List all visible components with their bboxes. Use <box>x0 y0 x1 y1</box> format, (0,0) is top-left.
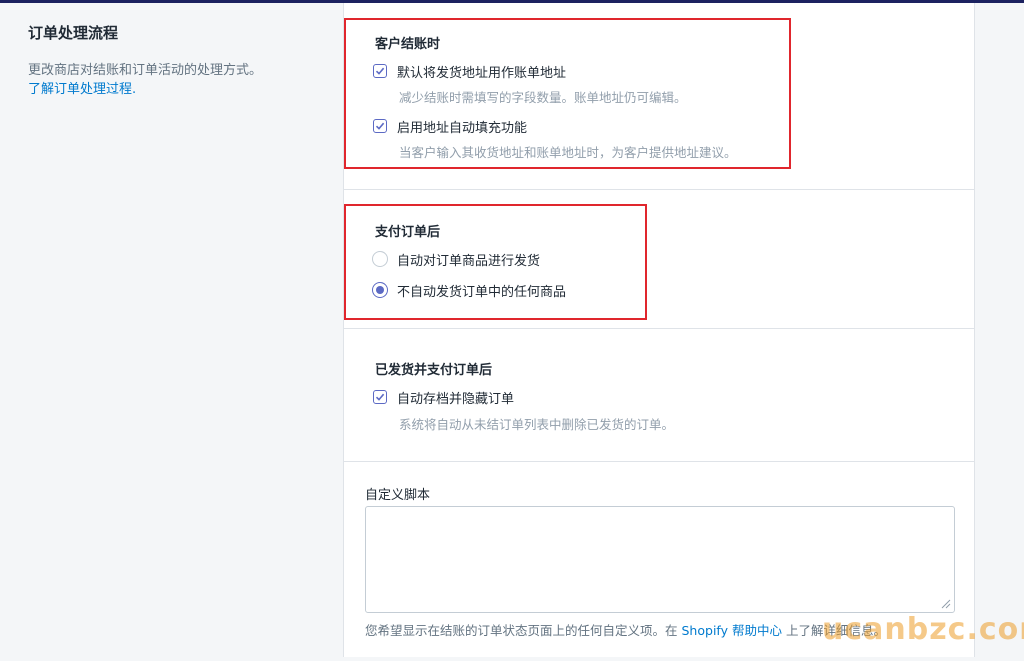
custom-script-help-text: 您希望显示在结账的订单状态页面上的任何自定义项。在 <box>365 623 678 638</box>
section-title: 订单处理流程 <box>28 24 119 42</box>
address-autocomplete-label[interactable]: 启用地址自动填充功能 <box>397 117 527 136</box>
order-processing-card: 客户结账时 默认将发货地址用作账单地址 减少结账时需填写的字段数量。账单地址仍可… <box>343 3 975 657</box>
section-divider <box>344 328 974 329</box>
use-shipping-as-billing-help: 减少结账时需填写的字段数量。账单地址仍可编辑。 <box>399 90 687 105</box>
section-description-text: 更改商店对结账和订单活动的处理方式。 <box>28 63 263 78</box>
custom-script-textarea[interactable] <box>365 506 955 613</box>
resize-grip-icon[interactable] <box>941 599 951 609</box>
settings-sidebar: 订单处理流程 更改商店对结账和订单活动的处理方式。 了解订单处理过程. <box>28 22 268 99</box>
after-payment-section-title: 支付订单后 <box>375 225 441 240</box>
radio-dot <box>376 286 384 294</box>
section-description: 更改商店对结账和订单活动的处理方式。 了解订单处理过程. <box>28 61 268 99</box>
auto-fulfill-all-label[interactable]: 自动对订单商品进行发货 <box>397 250 540 269</box>
after-fulfill-section-title: 已发货并支付订单后 <box>375 363 493 378</box>
no-auto-fulfill-label[interactable]: 不自动发货订单中的任何商品 <box>397 281 566 300</box>
checkbox-icon[interactable] <box>373 64 387 78</box>
help-center-link[interactable]: Shopify 帮助中心 <box>682 623 782 638</box>
learn-more-link[interactable]: 了解订单处理过程. <box>28 82 136 97</box>
checkbox-icon[interactable] <box>373 390 387 404</box>
radio-selected-icon[interactable] <box>372 282 388 298</box>
section-divider <box>344 461 974 462</box>
checkout-section-title: 客户结账时 <box>375 37 441 52</box>
use-shipping-as-billing-label[interactable]: 默认将发货地址用作账单地址 <box>397 62 566 81</box>
checkbox-icon[interactable] <box>373 119 387 133</box>
auto-archive-label[interactable]: 自动存档并隐藏订单 <box>397 388 514 407</box>
auto-archive-help: 系统将自动从未结订单列表中删除已发货的订单。 <box>399 417 675 432</box>
custom-script-label: 自定义脚本 <box>365 488 431 503</box>
watermark: ucanbzc.com <box>822 612 1024 647</box>
address-autocomplete-help: 当客户输入其收货地址和账单地址时，为客户提供地址建议。 <box>399 145 737 160</box>
section-divider <box>344 189 974 190</box>
custom-script-help: 您希望显示在结账的订单状态页面上的任何自定义项。在 Shopify 帮助中心 上… <box>365 620 886 639</box>
radio-icon[interactable] <box>372 251 388 267</box>
